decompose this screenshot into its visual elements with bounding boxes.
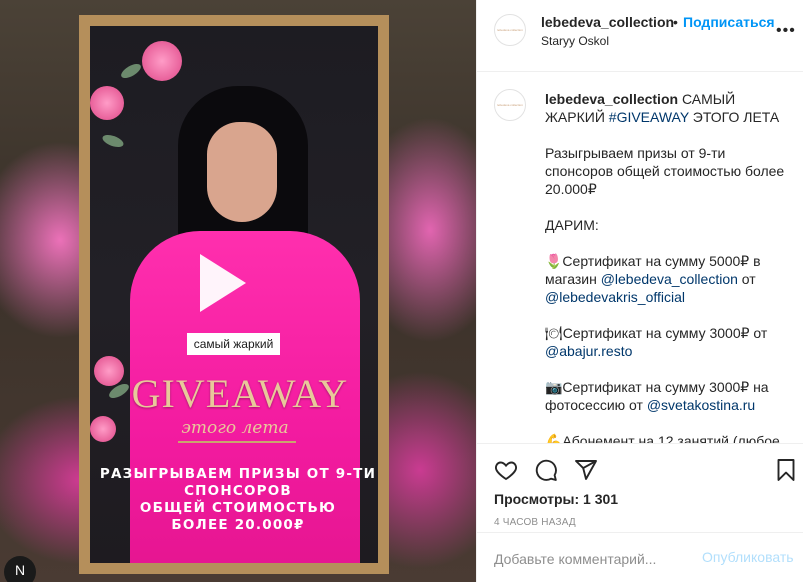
- caption-text: от: [737, 271, 756, 287]
- play-icon[interactable]: [200, 254, 246, 312]
- poster-title: GIVEAWAY: [131, 371, 349, 416]
- header-separator: •: [673, 14, 678, 30]
- like-button[interactable]: [493, 457, 519, 483]
- caption-mention[interactable]: @lebedeva_collection: [601, 271, 738, 287]
- comment-input[interactable]: [494, 549, 694, 569]
- comments-section[interactable]: lebedeva collection lebedeva_collection …: [477, 73, 803, 443]
- post-media[interactable]: самый жаркий GIVEAWAY этого лета РАЗЫГРЫ…: [0, 0, 476, 582]
- leaf-decoration: [100, 132, 126, 150]
- caption-paragraph: Разыгрываем призы от 9-ти спонсоров обще…: [545, 145, 785, 197]
- follow-button[interactable]: Подписаться: [683, 14, 775, 30]
- caption-hashtag[interactable]: #GIVEAWAY: [609, 109, 689, 125]
- caption-text: ЭТОГО ЛЕТА: [688, 109, 780, 125]
- save-button[interactable]: [773, 457, 799, 483]
- more-options-icon[interactable]: •••: [776, 22, 796, 40]
- caption-mention[interactable]: @lebedevakris_official: [545, 289, 685, 305]
- caption-mention[interactable]: @abajur.resto: [545, 343, 632, 359]
- poster-divider: [178, 441, 296, 443]
- rose-decoration: [142, 41, 182, 81]
- profile-avatar[interactable]: lebedeva collection: [494, 14, 526, 46]
- post-timestamp[interactable]: 4 ЧАСОВ НАЗАД: [494, 517, 576, 528]
- caption-paragraph: 💪Абонемент на 12 занятий (любое: [545, 433, 780, 443]
- corner-avatar-icon[interactable]: N: [4, 556, 36, 582]
- heart-icon: [495, 461, 517, 481]
- caption-avatar[interactable]: lebedeva collection: [494, 89, 526, 121]
- post-actions: Просмотры: 1 301 4 ЧАСОВ НАЗАД Опубликов…: [477, 443, 803, 581]
- comment-button[interactable]: [533, 457, 559, 483]
- caption-mention[interactable]: @svetakostina.ru: [647, 397, 755, 413]
- leaf-decoration: [118, 61, 144, 81]
- header-username[interactable]: lebedeva_collection: [541, 14, 674, 30]
- send-icon: [575, 460, 597, 480]
- caption-username[interactable]: lebedeva_collection: [545, 91, 678, 107]
- post-header: lebedeva collection lebedeva_collection …: [477, 0, 803, 72]
- caption-paragraph: ДАРИМ:: [545, 217, 599, 233]
- avatar-logo-text: lebedeva collection: [497, 103, 523, 107]
- add-comment-row: Опубликовать: [477, 532, 803, 582]
- bookmark-icon: [777, 459, 795, 481]
- views-count[interactable]: Просмотры: 1 301: [494, 491, 618, 507]
- caption-text: 🍽Сертификат на сумму 3000₽ от: [545, 325, 768, 341]
- model-face: [207, 122, 277, 222]
- avatar-logo-text: lebedeva collection: [497, 28, 523, 32]
- share-button[interactable]: [573, 457, 599, 483]
- post-caption: lebedeva_collection САМЫЙ ЖАРКИЙ #GIVEAW…: [545, 90, 785, 443]
- comment-icon: [535, 459, 557, 481]
- publish-button[interactable]: Опубликовать: [702, 549, 794, 565]
- poster-headline: РАЗЫГРЫВАЕМ ПРИЗЫ ОТ 9-ТИ СПОНСОРОВ ОБЩЕ…: [99, 466, 377, 533]
- rose-decoration: [90, 416, 116, 442]
- location-link[interactable]: Staryy Oskol: [541, 34, 609, 48]
- post-details-panel: lebedeva collection lebedeva_collection …: [476, 0, 803, 582]
- poster-subtitle: этого лета: [181, 418, 289, 438]
- rose-decoration: [90, 86, 124, 120]
- poster-tag: самый жаркий: [187, 333, 280, 355]
